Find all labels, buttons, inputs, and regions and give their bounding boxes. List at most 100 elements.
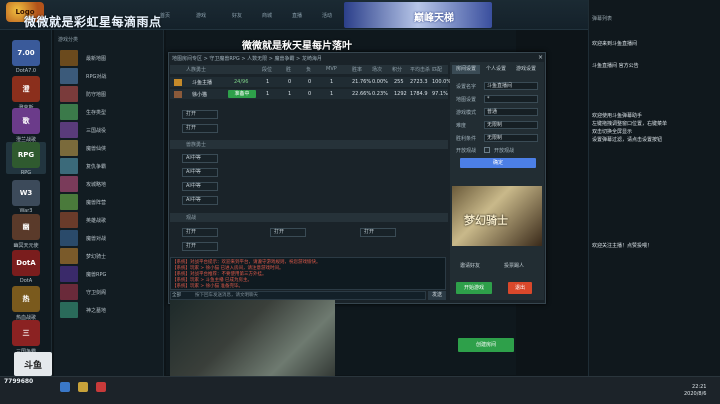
room-breadcrumb: 地图房间专区 > 守卫魔兽RPG > 人数无限 > 魔兽争霸 > 龙崎海月	[172, 56, 322, 62]
ai-slot-select[interactable]: AI中等	[182, 154, 218, 163]
game-icon: 三	[12, 320, 40, 346]
map-setting-input[interactable]: *	[484, 95, 538, 103]
player-rate: 22.66%	[352, 91, 372, 97]
map-item[interactable]: 魔兽对战	[60, 230, 106, 246]
app-icon[interactable]	[96, 382, 106, 392]
chat-line: 【系统】玩家 > 徐小猫 准备完毕。	[172, 284, 244, 289]
field-label: 游戏模式	[456, 110, 477, 116]
map-item[interactable]: 生存类型	[60, 104, 106, 120]
map-item[interactable]: 魔兽RPG	[60, 266, 106, 282]
viewer-count: 7799680	[4, 378, 34, 385]
map-item[interactable]: 英雄战歌	[60, 212, 106, 228]
tab-games[interactable]: 游戏	[196, 12, 206, 19]
game-item[interactable]: DotA DotA	[6, 250, 46, 284]
map-item[interactable]: 三国战役	[60, 122, 106, 138]
map-item[interactable]: 梦幻骑士	[60, 248, 106, 264]
map-item[interactable]: 魔兽阵营	[60, 194, 106, 210]
ai-slot-select[interactable]: AI中等	[182, 182, 218, 191]
game-item[interactable]: 热 热血战歌	[6, 286, 46, 321]
tab-friends[interactable]: 好友	[232, 12, 242, 19]
map-item[interactable]: 最新地图	[60, 50, 106, 66]
map-item[interactable]: RPG对战	[60, 68, 106, 84]
map-thumbnail	[60, 284, 78, 300]
game-item[interactable]: 三 三国争霸	[6, 320, 46, 355]
game-item[interactable]: 幽 幽冥天元使	[6, 214, 46, 249]
player-row[interactable]: 斗鱼主播 24/96 1 0 0 1 21.76% 0.00% 255 2723…	[170, 77, 452, 88]
player-name: 斗鱼主播	[192, 80, 213, 86]
danmaku-message: 设置弹幕过滤，请点击设置按钮	[592, 137, 663, 143]
col-rate: 胜率	[352, 67, 363, 73]
map-label: 守卫剑阁	[86, 289, 107, 296]
win-condition-select[interactable]: 无限制	[484, 134, 538, 142]
player-match: 100.0%	[432, 79, 452, 85]
tab-live[interactable]: 直播	[292, 12, 302, 19]
game-item[interactable]: 歌 澄兰战歌	[6, 108, 46, 143]
ai-slot-select[interactable]: AI中等	[182, 196, 218, 205]
create-room-button[interactable]: 创建房间	[458, 338, 514, 352]
difficulty-select[interactable]: 无限制	[484, 121, 538, 129]
kick-vote-button[interactable]: 投票踢人	[504, 262, 524, 269]
tab-shop[interactable]: 商城	[262, 12, 272, 19]
slot-select[interactable]: 打开	[182, 124, 218, 133]
spectate-checkbox[interactable]	[484, 147, 490, 153]
tab-personal-settings[interactable]: 个人设置	[482, 65, 510, 74]
map-label: 神之墓地	[86, 307, 107, 314]
explorer-icon[interactable]	[78, 382, 88, 392]
field-label: 地图设置	[456, 97, 477, 103]
player-rate: 21.76%	[352, 79, 372, 85]
map-item[interactable]: 复仇争霸	[60, 158, 106, 174]
game-item-selected[interactable]: RPG RPG	[6, 142, 46, 176]
map-item[interactable]: 神之墓地	[60, 302, 106, 318]
game-icon: 热	[12, 286, 40, 312]
player-win: 1	[288, 91, 292, 97]
map-thumbnail	[60, 122, 78, 138]
exit-button[interactable]: 退出	[508, 282, 532, 294]
watch-slot-select[interactable]: 打开	[270, 228, 306, 237]
player-avg: 1784.9	[410, 91, 428, 97]
map-thumbnail	[60, 194, 78, 210]
player-lose: 0	[308, 79, 312, 85]
watch-slot-select[interactable]: 打开	[360, 228, 396, 237]
send-button[interactable]: 发送	[428, 291, 446, 300]
player-row[interactable]: 徐小猫 准备中 1 1 0 1 22.66% 0.23% 1292 1784.9…	[170, 89, 448, 100]
tab-home[interactable]: 首页	[160, 12, 170, 19]
game-item[interactable]: 7.00 DotA7.0	[6, 40, 46, 74]
team3-header-row	[170, 213, 448, 222]
player-level: 1	[266, 91, 270, 97]
game-item[interactable]: W3 War3	[6, 180, 46, 214]
chat-channel-select[interactable]: 全部	[172, 292, 181, 298]
start-menu-icon[interactable]	[60, 382, 70, 392]
tab-game-settings[interactable]: 游戏设置	[512, 65, 540, 74]
map-item[interactable]: 魔兽仙侠	[60, 140, 106, 156]
player-level: 1	[266, 79, 270, 85]
room-name-input[interactable]: 斗鱼直播间	[484, 82, 538, 90]
banner-title: 巅峰天梯	[414, 13, 454, 24]
chat-input[interactable]: 按下回车发送消息，请文明聊天	[170, 291, 426, 300]
player-lose: 0	[308, 91, 312, 97]
game-item[interactable]: 澄 澄克斯	[6, 76, 46, 111]
mode-select[interactable]: 普通	[484, 108, 538, 116]
watch-slot-select[interactable]: 打开	[182, 242, 218, 251]
map-thumbnail	[60, 176, 78, 192]
checkbox-label: 开放观战	[494, 148, 515, 154]
watch-slot-select[interactable]: 打开	[182, 228, 218, 237]
streamer-webcam	[170, 300, 335, 386]
game-icon: 澄	[12, 76, 40, 102]
start-game-button[interactable]: 开始游戏	[456, 282, 492, 294]
slot-select[interactable]: 打开	[182, 110, 218, 119]
tab-events[interactable]: 活动	[322, 12, 332, 19]
close-icon[interactable]: ×	[538, 54, 543, 61]
map-label: 复仇争霸	[86, 163, 107, 170]
map-item[interactable]: 守卫剑阁	[60, 284, 106, 300]
player-avg: 2723.3	[410, 79, 428, 85]
map-item[interactable]: 防守地图	[60, 86, 106, 102]
tab-room-settings[interactable]: 房间设置	[452, 65, 480, 74]
game-label: DotA	[19, 278, 33, 284]
map-thumbnail	[60, 86, 78, 102]
danmaku-message: 欢迎来到斗鱼直播间	[592, 41, 638, 47]
invite-button[interactable]: 邀请好友	[460, 262, 480, 269]
map-thumbnail	[60, 104, 78, 120]
map-item[interactable]: 攻城略地	[60, 176, 106, 192]
ai-slot-select[interactable]: AI中等	[182, 168, 218, 177]
confirm-button[interactable]: 确定	[460, 158, 536, 168]
